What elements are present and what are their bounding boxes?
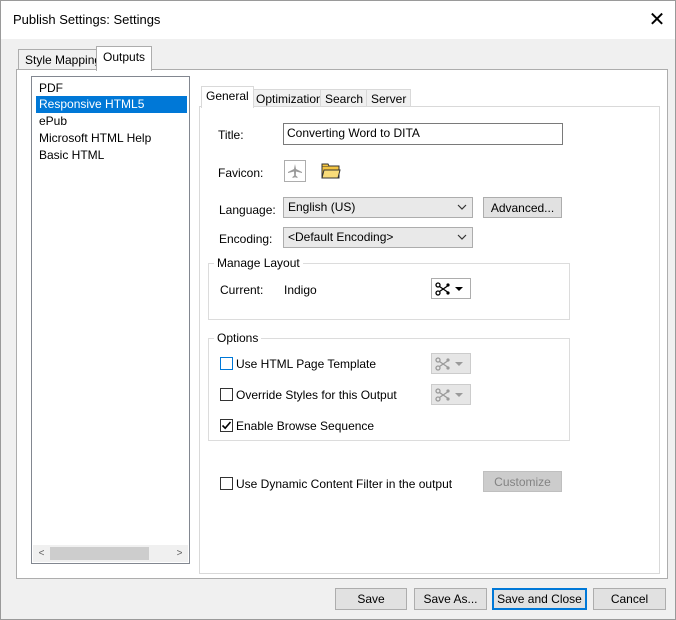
language-dropdown[interactable]: English (US) bbox=[283, 197, 473, 218]
template-menu-button[interactable] bbox=[431, 353, 471, 374]
override-styles-label: Override Styles for this Output bbox=[236, 388, 397, 402]
scroll-left-icon[interactable]: < bbox=[33, 545, 50, 562]
current-layout-value: Indigo bbox=[284, 283, 317, 297]
manage-layout-title: Manage Layout bbox=[214, 256, 303, 270]
scissors-icon bbox=[435, 356, 450, 371]
chevron-down-icon bbox=[457, 234, 467, 240]
scroll-right-icon[interactable]: > bbox=[171, 545, 188, 562]
scissors-icon bbox=[435, 281, 450, 296]
options-title: Options bbox=[214, 331, 262, 345]
window-title: Publish Settings: Settings bbox=[13, 12, 161, 27]
browse-sequence-label: Enable Browse Sequence bbox=[236, 419, 375, 433]
favicon-preview[interactable] bbox=[284, 160, 306, 182]
chevron-down-icon bbox=[457, 204, 467, 210]
list-item-responsive-html5[interactable]: Responsive HTML5 bbox=[36, 96, 187, 113]
layout-menu-button[interactable] bbox=[431, 278, 471, 299]
encoding-label: Encoding: bbox=[219, 232, 273, 246]
browse-sequence-checkbox[interactable] bbox=[220, 419, 233, 432]
advanced-button[interactable]: Advanced... bbox=[483, 197, 562, 218]
list-item-microsoft-html-help[interactable]: Microsoft HTML Help bbox=[36, 130, 154, 147]
encoding-dropdown[interactable]: <Default Encoding> bbox=[283, 227, 473, 248]
browse-favicon-button[interactable] bbox=[320, 160, 342, 182]
scrollbar-thumb[interactable] bbox=[50, 547, 149, 560]
horizontal-scrollbar[interactable]: < > bbox=[33, 545, 188, 562]
list-item-basic-html[interactable]: Basic HTML bbox=[36, 147, 107, 164]
customize-button[interactable]: Customize bbox=[483, 471, 562, 492]
tab-general[interactable]: General bbox=[201, 86, 254, 108]
save-as-button[interactable]: Save As... bbox=[414, 588, 487, 610]
close-icon[interactable]: ✕ bbox=[639, 1, 675, 37]
scissors-icon bbox=[435, 387, 450, 402]
dcf-checkbox[interactable] bbox=[220, 477, 233, 490]
use-html-template-checkbox[interactable] bbox=[220, 357, 233, 370]
airplane-icon bbox=[288, 164, 302, 178]
language-value: English (US) bbox=[288, 200, 356, 214]
dcf-label: Use Dynamic Content Filter in the output bbox=[236, 477, 453, 491]
dropdown-arrow-icon bbox=[455, 361, 463, 366]
favicon-label: Favicon: bbox=[218, 166, 264, 180]
save-and-close-button[interactable]: Save and Close bbox=[492, 588, 587, 610]
save-button[interactable]: Save bbox=[335, 588, 407, 610]
language-label: Language: bbox=[219, 203, 276, 217]
cancel-button[interactable]: Cancel bbox=[593, 588, 666, 610]
dropdown-arrow-icon bbox=[455, 286, 463, 291]
title-input[interactable]: Converting Word to DITA bbox=[283, 123, 563, 145]
list-item-pdf[interactable]: PDF bbox=[36, 80, 66, 97]
tab-outputs[interactable]: Outputs bbox=[96, 46, 153, 71]
checkmark-icon bbox=[221, 421, 232, 430]
styles-menu-button[interactable] bbox=[431, 384, 471, 405]
encoding-value: <Default Encoding> bbox=[288, 230, 394, 244]
tab-style-mapping[interactable]: Style Mapping bbox=[18, 49, 109, 71]
publish-settings-dialog: Publish Settings: Settings ✕ Style Mappi… bbox=[0, 0, 676, 620]
dropdown-arrow-icon bbox=[455, 392, 463, 397]
open-folder-icon bbox=[321, 163, 341, 179]
title-bar: Publish Settings: Settings ✕ bbox=[1, 1, 675, 39]
title-label: Title: bbox=[218, 128, 244, 142]
current-layout-label: Current: bbox=[220, 283, 264, 297]
use-html-template-label: Use HTML Page Template bbox=[236, 357, 377, 371]
override-styles-checkbox[interactable] bbox=[220, 388, 233, 401]
list-item-epub[interactable]: ePub bbox=[36, 113, 70, 130]
outputs-list[interactable]: PDF Responsive HTML5 ePub Microsoft HTML… bbox=[31, 76, 190, 564]
